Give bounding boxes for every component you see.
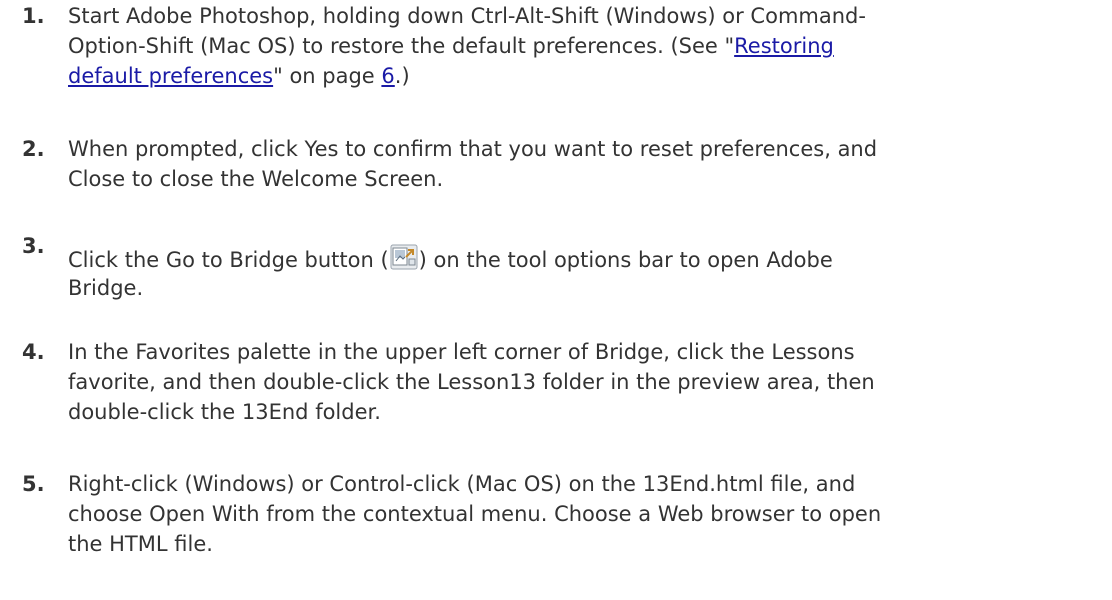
step-line: Click the Go to Bridge button ( ) on the… [68,244,833,274]
restoring-preferences-link[interactable]: Restoring [734,34,834,58]
step-line: double-click the 13End folder. [68,400,381,424]
go-to-bridge-icon [390,244,418,270]
step-line: the HTML file. [68,532,213,556]
step-line: When prompted, click Yes to confirm that… [68,137,878,161]
step-line-text: ) on the tool options bar to open Adobe [418,248,833,272]
step-line: favorite, and then double-click the Less… [68,370,875,394]
step-number: 5. [22,472,45,496]
step-line: In the Favorites palette in the upper le… [68,340,855,364]
step-number: 1. [22,4,45,28]
step-line: default preferences" on page 6.) [68,62,410,90]
step-line-text: " on page [273,64,382,88]
step-number: 2. [22,137,45,161]
step-line: Option-Shift (Mac OS) to restore the def… [68,32,834,60]
step-line: Bridge. [68,276,144,300]
step-number: 4. [22,340,45,364]
step-line: Close to close the Welcome Screen. [68,167,444,191]
step-line-text: Option-Shift (Mac OS) to restore the def… [68,34,735,58]
step-number: 3. [22,234,45,258]
step-line: Start Adobe Photoshop, holding down Ctrl… [68,4,866,28]
step-line-text: Click the Go to Bridge button ( [68,248,389,272]
step-line-text: .) [394,64,410,88]
step-line: Right-click (Windows) or Control-click (… [68,472,856,496]
page-6-link[interactable]: 6 [381,64,394,88]
step-line: choose Open With from the contextual men… [68,502,882,526]
default-preferences-link[interactable]: default preferences [68,64,273,88]
